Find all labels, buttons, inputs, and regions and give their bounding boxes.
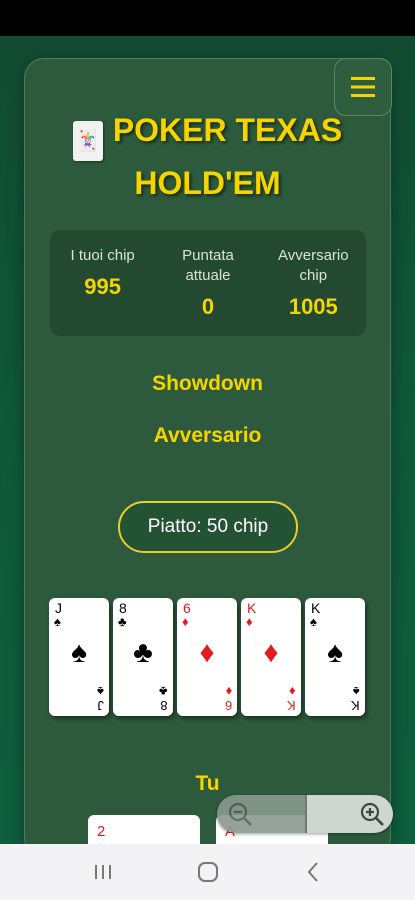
my-chips-value: 995 [84,274,122,299]
recents-icon [94,865,111,879]
card-suit-center: ♦ [263,636,279,669]
zoom-controls [217,795,393,833]
page-title: 🃏 POKER TEXAS HOLD'EM [24,108,391,205]
community-card: K ♦ ♦ K ♦ [241,598,301,716]
card-suit: ♦ [182,614,189,629]
card-corner: J ♠ [97,684,105,713]
opponent-chips-value: 1005 [288,294,338,319]
card-rank-bottom: J [97,698,105,713]
system-nav-bar [0,844,415,900]
card-rank-bottom: K [351,698,360,713]
card-rank-bottom: 8 [160,698,168,713]
card-suit-bottom: ♦ [289,684,296,699]
card-rank: K [311,600,321,616]
hamburger-menu-icon [351,77,375,97]
card-rank-bottom: 6 [224,698,232,713]
card-suit: ♦ [246,614,253,629]
card-suit-center: ♠ [327,636,343,669]
card-suit-center: ♠ [71,636,87,669]
zoom-out-button[interactable] [217,795,305,833]
pot-display: Piatto: 50 chip [118,501,298,553]
card-suit-bottom: ♣ [159,684,168,699]
card-rank: J [55,600,62,616]
zoom-in-icon [360,802,384,826]
current-bet-label: Puntata attuale [182,247,234,284]
opponent-label: Avversario [153,424,262,447]
card-suit-center: ♦ [199,636,215,669]
community-card: K ♠ ♠ K ♠ [305,598,365,716]
game-phase: Showdown [152,372,263,395]
card-suit: ♠ [310,614,317,629]
card-corner: K ♠ [351,684,360,713]
recents-button[interactable] [73,852,133,892]
card-suit: ♠ [54,614,61,629]
zoom-in-button[interactable] [305,795,393,833]
stat-my-chips: I tuoi chip 995 [53,246,153,300]
current-bet-value: 0 [201,294,215,319]
community-cards: J ♠ ♠ J ♠ 8 ♣ ♣ 8 ♣ 6 ♦ ♦ 6 ♦ K ♦ ♦ K ♦ K ♠ … [49,598,369,716]
back-icon [307,862,318,882]
card-suit-center: ♣ [133,636,153,669]
card-rank: 8 [119,600,127,616]
community-card: 6 ♦ ♦ 6 ♦ [177,598,237,716]
stat-current-bet: Puntata attuale 0 [158,246,258,320]
home-button[interactable] [178,852,238,892]
zoom-out-icon [228,802,252,826]
joker-card-icon: 🃏 [72,121,103,161]
community-card: J ♠ ♠ J ♠ [49,598,109,716]
card-suit: ♣ [118,614,127,629]
card-rank: 2 [97,823,106,840]
card-suit-bottom: ♠ [97,684,104,699]
page-title-text: POKER TEXAS HOLD'EM [112,112,343,201]
card-rank-bottom: K [287,698,296,713]
player-label: Tu [195,772,220,795]
back-button[interactable] [283,852,343,892]
status-bar [0,0,415,36]
opponent-chips-label: Avversario chip [278,247,349,284]
card-rank: K [247,600,257,616]
card-corner: 6 ♦ [224,684,232,713]
home-icon [197,862,218,882]
stats-panel: I tuoi chip 995 Puntata attuale 0 Avvers… [50,230,366,336]
my-chips-label: I tuoi chip [70,247,135,264]
community-card: 8 ♣ ♣ 8 ♣ [113,598,173,716]
card-rank: 6 [183,600,191,616]
card-suit-bottom: ♠ [353,684,360,699]
card-corner: K ♦ [287,684,296,713]
card-suit-bottom: ♦ [225,684,232,699]
stat-opponent-chips: Avversario chip 1005 [263,246,363,320]
card-corner: 8 ♣ [159,684,168,713]
header: 🃏 POKER TEXAS HOLD'EM [24,108,391,205]
